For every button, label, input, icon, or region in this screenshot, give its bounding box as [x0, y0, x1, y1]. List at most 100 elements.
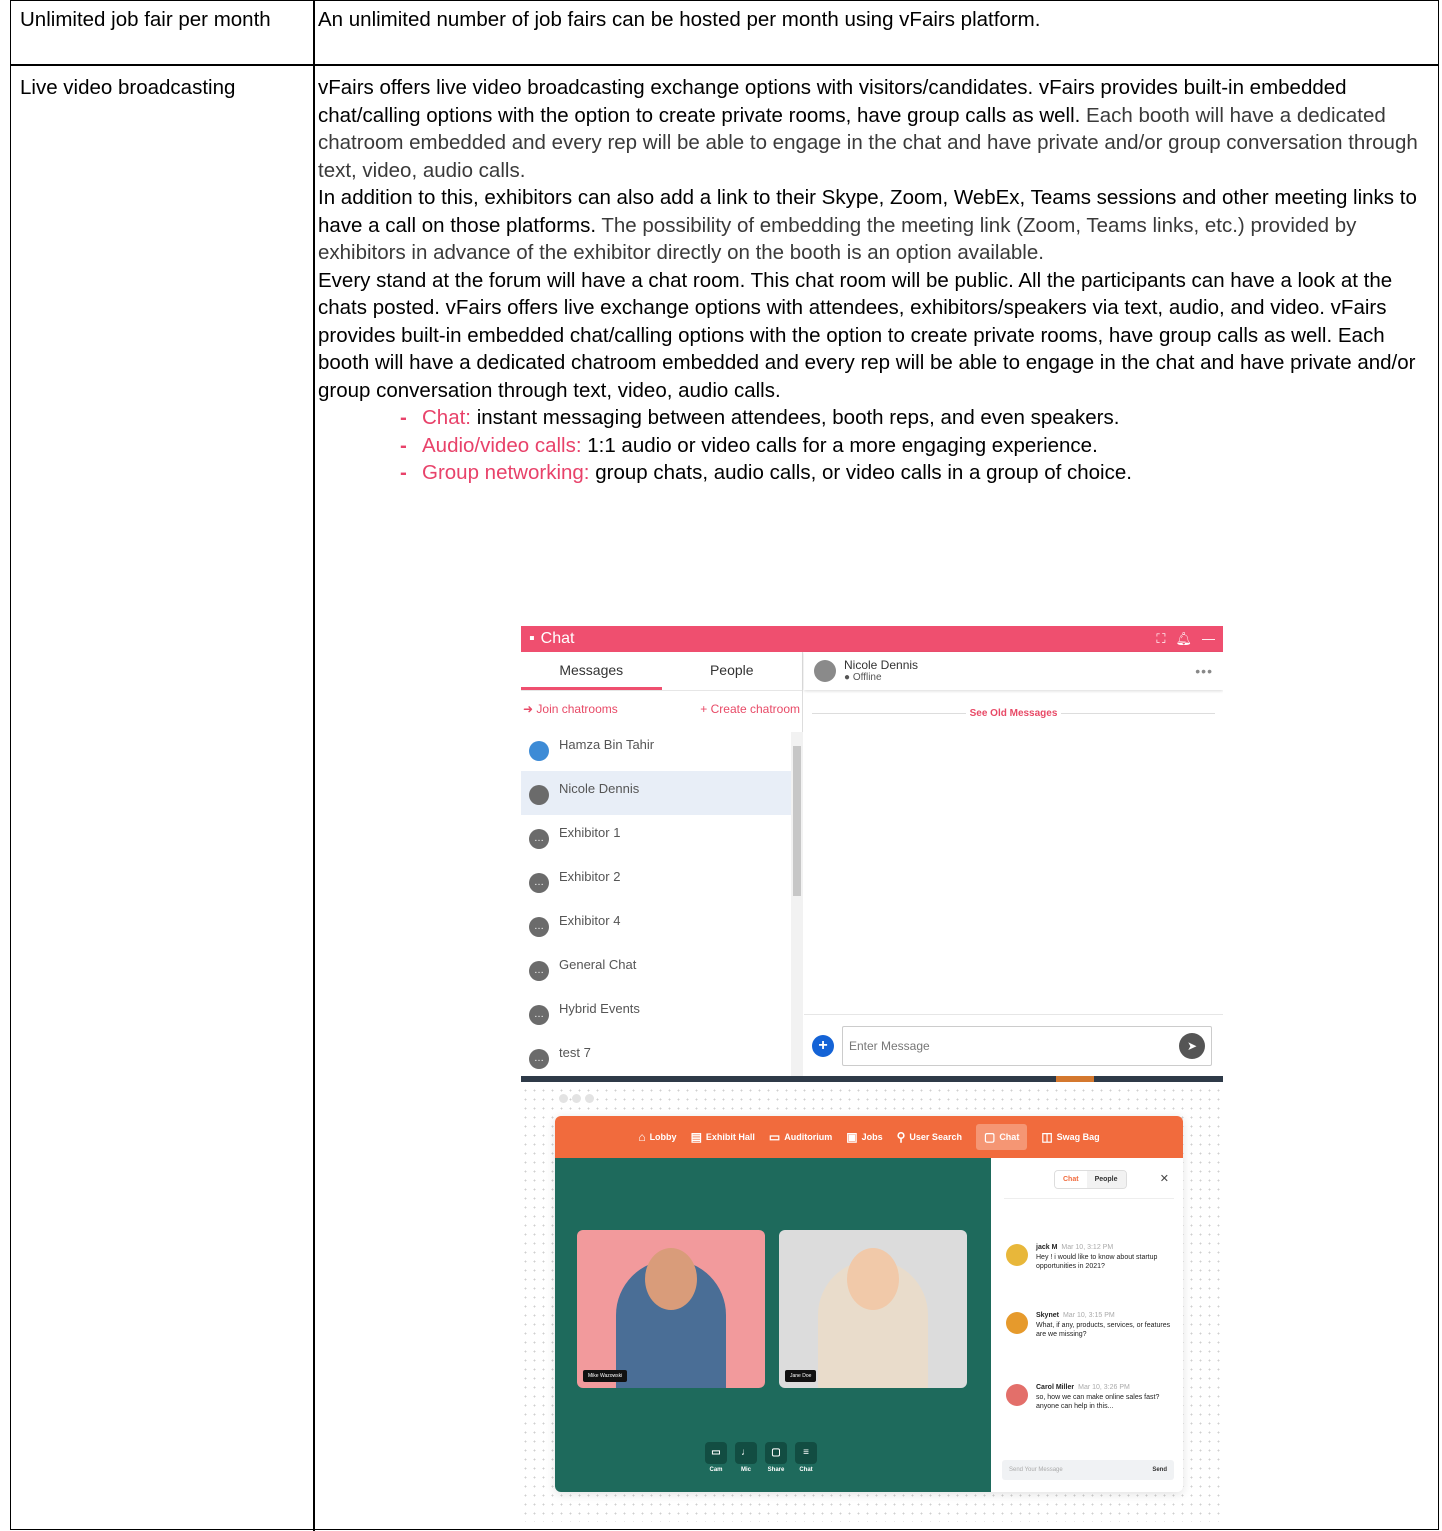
scrollbar-thumb[interactable] — [793, 746, 801, 896]
minimize-icon[interactable]: — — [1202, 631, 1215, 647]
cam-button[interactable]: ▭ Cam — [705, 1442, 727, 1473]
bullet-audio-video: - Audio/video calls: 1:1 audio or video c… — [318, 432, 1430, 460]
nav-exhibit-hall[interactable]: ▤ Exhibit Hall — [691, 1130, 755, 1144]
chatroom-icon: … — [529, 873, 549, 893]
create-chatroom-link[interactable]: + Create chatroom — [700, 702, 800, 716]
contact-list: Hamza Bin Tahir Nicole Dennis … Exhibitor… — [521, 727, 791, 1079]
mic-button[interactable]: ♩ Mic — [735, 1442, 757, 1473]
feature-name-2: Live video broadcasting — [20, 76, 236, 99]
camera-icon: ▭ — [705, 1442, 727, 1464]
tab-people[interactable]: People — [1086, 1171, 1126, 1188]
contact-item[interactable]: Nicole Dennis — [521, 771, 791, 815]
nav-swag-bag[interactable]: ◫ Swag Bag — [1041, 1130, 1099, 1144]
participant-tile[interactable]: Mike Wazowski — [577, 1230, 765, 1388]
contact-item[interactable]: … Exhibitor 4 — [521, 903, 791, 947]
chatroom-icon: … — [529, 829, 549, 849]
mic-icon: ♩ — [735, 1442, 757, 1464]
chat-icon: ▢ — [983, 1130, 996, 1144]
conversation-pane: Nicole Dennis ● Offline ••• See Old Mess… — [804, 652, 1223, 1076]
plus-icon: + — [700, 702, 711, 716]
share-button[interactable]: ▢ Share — [765, 1442, 787, 1473]
nav-lobby[interactable]: ⌂ Lobby — [638, 1130, 676, 1144]
contact-item[interactable]: … General Chat — [521, 947, 791, 991]
bullet-dash: - — [400, 461, 407, 484]
add-attachment-icon[interactable]: + — [812, 1034, 834, 1057]
conversation-header: Nicole Dennis ● Offline ••• — [804, 652, 1223, 690]
bullet-dash: - — [400, 433, 407, 457]
chat-message: Carol Miller Mar 10, 3:26 PM so, how we c… — [1006, 1384, 1176, 1411]
participant-head — [645, 1248, 697, 1310]
contact-item[interactable]: Hamza Bin Tahir — [521, 727, 791, 771]
bag-icon: ◫ — [1041, 1130, 1053, 1144]
top-navigation: ⌂ Lobby ▤ Exhibit Hall ▭ Auditorium ▣ Jobs ⚲… — [555, 1116, 1183, 1158]
feature-bullets: - Chat: instant messaging between attende… — [318, 404, 1430, 487]
screen-share-icon: ▢ — [765, 1442, 787, 1464]
tab-people[interactable]: People — [662, 652, 803, 690]
chatroom-icon: … — [529, 961, 549, 981]
paragraph-2: In addition to this, exhibitors can also… — [318, 186, 1417, 264]
enter-icon: ➜ — [523, 702, 537, 716]
message-input[interactable]: Enter Message ➤ — [842, 1025, 1212, 1066]
briefcase-icon: ▣ — [846, 1130, 858, 1144]
row-divider — [11, 64, 1438, 66]
chat-widget-screenshot: ▪ Chat ⛶ 🔔︎ — Messages People ➜ Join cha… — [521, 626, 1223, 1082]
fullscreen-icon[interactable]: ⛶ — [1156, 631, 1165, 647]
bottom-bar — [521, 1076, 1223, 1082]
nav-user-search[interactable]: ⚲ User Search — [897, 1130, 962, 1144]
chat-header: ▪ Chat ⛶ 🔔︎ — — [521, 626, 1223, 652]
user-avatar-icon — [529, 741, 549, 761]
feature-description-2: vFairs offers live video broadcasting ex… — [318, 74, 1430, 487]
message-composer: + Enter Message ➤ — [804, 1014, 1223, 1076]
feature-name-1: Unlimited job fair per month — [20, 8, 271, 31]
chat-message: Skynet Mar 10, 3:15 PM What, if any, prod… — [1006, 1312, 1176, 1339]
call-controls: ▭ Cam ♩ Mic ▢ Share ≡ Chat — [705, 1442, 817, 1473]
join-chatrooms-link[interactable]: ➜ Join chatrooms — [523, 702, 618, 716]
feature-description-1: An unlimited number of job fairs can be … — [318, 8, 1041, 31]
divider — [1004, 1198, 1174, 1199]
user-avatar-icon — [529, 785, 549, 805]
chatroom-icon: … — [529, 1049, 549, 1069]
send-icon[interactable]: ➤ — [1179, 1032, 1205, 1059]
video-call-mockup: ⌂ Lobby ▤ Exhibit Hall ▭ Auditorium ▣ Jobs ⚲… — [521, 1086, 1221, 1522]
nav-jobs[interactable]: ▣ Jobs — [846, 1130, 882, 1144]
side-message-input[interactable]: Send Your Message Send — [1002, 1460, 1174, 1480]
more-options-icon[interactable]: ••• — [1195, 663, 1213, 679]
tab-chat[interactable]: Chat — [1055, 1171, 1087, 1188]
contact-status: ● Offline — [844, 672, 882, 683]
column-divider — [313, 1, 315, 1531]
tab-messages[interactable]: Messages — [521, 652, 662, 690]
send-button[interactable]: Send — [1152, 1467, 1167, 1473]
user-avatar-icon — [1006, 1244, 1028, 1266]
paragraph-1: vFairs offers live video broadcasting ex… — [318, 76, 1418, 182]
contact-item[interactable]: … Exhibitor 2 — [521, 859, 791, 903]
contact-scrollbar[interactable] — [791, 732, 803, 1082]
bell-icon[interactable]: 🔔︎ — [1175, 631, 1192, 647]
nav-auditorium[interactable]: ▭ Auditorium — [769, 1130, 832, 1144]
bullet-dash: - — [400, 406, 407, 429]
contact-item[interactable]: … Hybrid Events — [521, 991, 791, 1035]
chat-button[interactable]: ≡ Chat — [795, 1442, 817, 1473]
laptop-icon: ▭ — [768, 1130, 781, 1144]
video-frame: ⌂ Lobby ▤ Exhibit Hall ▭ Auditorium ▣ Jobs ⚲… — [555, 1116, 1183, 1492]
contact-item[interactable]: … test 7 — [521, 1035, 791, 1079]
bullet-group-networking: - Group networking: group chats, audio ca… — [318, 459, 1430, 487]
see-old-messages[interactable]: See Old Messages — [804, 708, 1223, 719]
bullet-chat: - Chat: instant messaging between attende… — [318, 404, 1430, 432]
chat-icon: ≡ — [795, 1442, 817, 1464]
search-icon: ⚲ — [896, 1130, 906, 1144]
side-tabs: Chat People — [1054, 1170, 1127, 1189]
video-stage: Mike Wazowski Jane Doe ▭ Cam ♩ Mic ▢ Share … — [555, 1158, 991, 1492]
nav-chat[interactable]: ▢ Chat — [975, 1124, 1028, 1150]
home-icon: ⌂ — [638, 1130, 646, 1144]
participant-head — [847, 1248, 899, 1310]
chatroom-icon: … — [529, 1005, 549, 1025]
participant-tile[interactable]: Jane Doe — [779, 1230, 967, 1388]
contact-item[interactable]: … Exhibitor 1 — [521, 815, 791, 859]
chat-sidebar: Messages People ➜ Join chatrooms + Creat… — [521, 652, 803, 1082]
user-avatar-icon — [1006, 1312, 1028, 1334]
chat-title: Chat — [540, 630, 575, 647]
close-icon[interactable]: ✕ — [1160, 1172, 1169, 1185]
chat-side-panel: Chat People ✕ jack M Mar 10, 3:12 PM Hey … — [992, 1158, 1183, 1492]
contact-name: Nicole Dennis — [844, 658, 919, 672]
user-avatar-icon — [814, 660, 836, 682]
